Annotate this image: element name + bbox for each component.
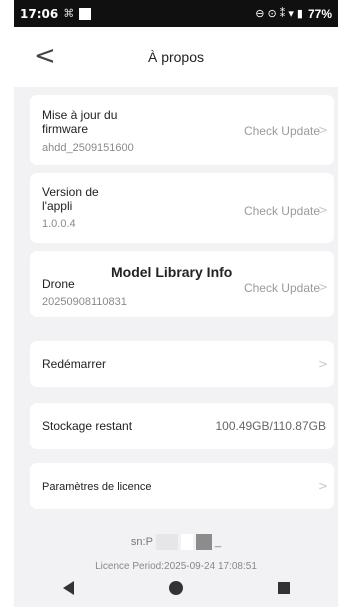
chevron-right-icon: > (317, 280, 328, 294)
restart-label: Redémarrer (42, 357, 107, 371)
firmware-version: ahdd_2509151600 (42, 142, 134, 154)
firmware-label: Mise à jour du firmware (42, 108, 117, 136)
storage-label: Stockage restant (42, 419, 133, 433)
battery-level: 77% (307, 6, 332, 21)
page-title: À propos (147, 49, 205, 65)
firmware-check-update[interactable]: Check Update (244, 124, 320, 138)
serial-prefix: sn:P (130, 535, 153, 548)
nav-home-button[interactable] (146, 581, 206, 595)
triangle-back-icon (62, 581, 74, 595)
model-library-info: Model Library Info (111, 264, 233, 280)
redacted-gap (180, 534, 193, 550)
status-bar: 17:06 ⌘ ⊖ ⊙ ⁑ ▾ ▮ 77% (14, 0, 338, 27)
app-version: 1.0.0.4 (42, 218, 76, 230)
restart-card[interactable]: Redémarrer > (30, 341, 334, 387)
license-card[interactable]: Paramètres de licence > (30, 463, 334, 509)
drone-version: 20250908110831 (42, 296, 127, 308)
app-version-card[interactable]: Version de l'appli 1.0.0.4 Check Update … (30, 173, 334, 243)
firmware-label-line2: firmware (42, 122, 89, 136)
serial-number: sn:P _ (14, 534, 338, 550)
app-version-label-line1: Version de (42, 185, 99, 199)
navigation-bar (14, 569, 338, 607)
redacted-block-dark (195, 534, 212, 550)
chevron-right-icon: > (317, 123, 328, 137)
about-screen: < À propos Mise à jour du firmware ahdd_… (14, 27, 338, 607)
chevron-right-icon: > (317, 203, 328, 217)
drone-check-update[interactable]: Check Update (244, 281, 320, 295)
status-icons: ⊖ ⊙ ⁑ ▾ ▮ (255, 8, 303, 20)
header: < À propos (14, 27, 338, 87)
drone-card[interactable]: Drone Model Library Info 20250908110831 … (30, 251, 334, 317)
app-version-label-line2: l'appli (42, 199, 73, 213)
firmware-label-line1: Mise à jour du (42, 108, 118, 122)
firmware-card[interactable]: Mise à jour du firmware ahdd_2509151600 … (30, 95, 334, 165)
storage-card: Stockage restant 100.49GB/110.87GB (30, 403, 334, 449)
redacted-block (155, 534, 178, 550)
chevron-right-icon: > (317, 479, 328, 493)
serial-suffix: _ (214, 535, 222, 548)
nav-recents-button[interactable] (254, 582, 314, 594)
notification-icon (79, 7, 92, 20)
drone-label: Drone (42, 277, 75, 291)
left-edge (0, 0, 14, 607)
license-label: Paramètres de licence (42, 481, 152, 493)
circle-home-icon (169, 581, 183, 595)
status-time: 17:06 (20, 6, 59, 21)
app-check-update[interactable]: Check Update (244, 204, 320, 218)
status-extra-icon: ⌘ (63, 8, 75, 20)
app-version-label: Version de l'appli (42, 185, 99, 213)
storage-value: 100.49GB/110.87GB (215, 419, 326, 433)
chevron-right-icon: > (317, 357, 328, 371)
square-recents-icon (278, 582, 290, 594)
nav-back-button[interactable] (38, 581, 98, 595)
